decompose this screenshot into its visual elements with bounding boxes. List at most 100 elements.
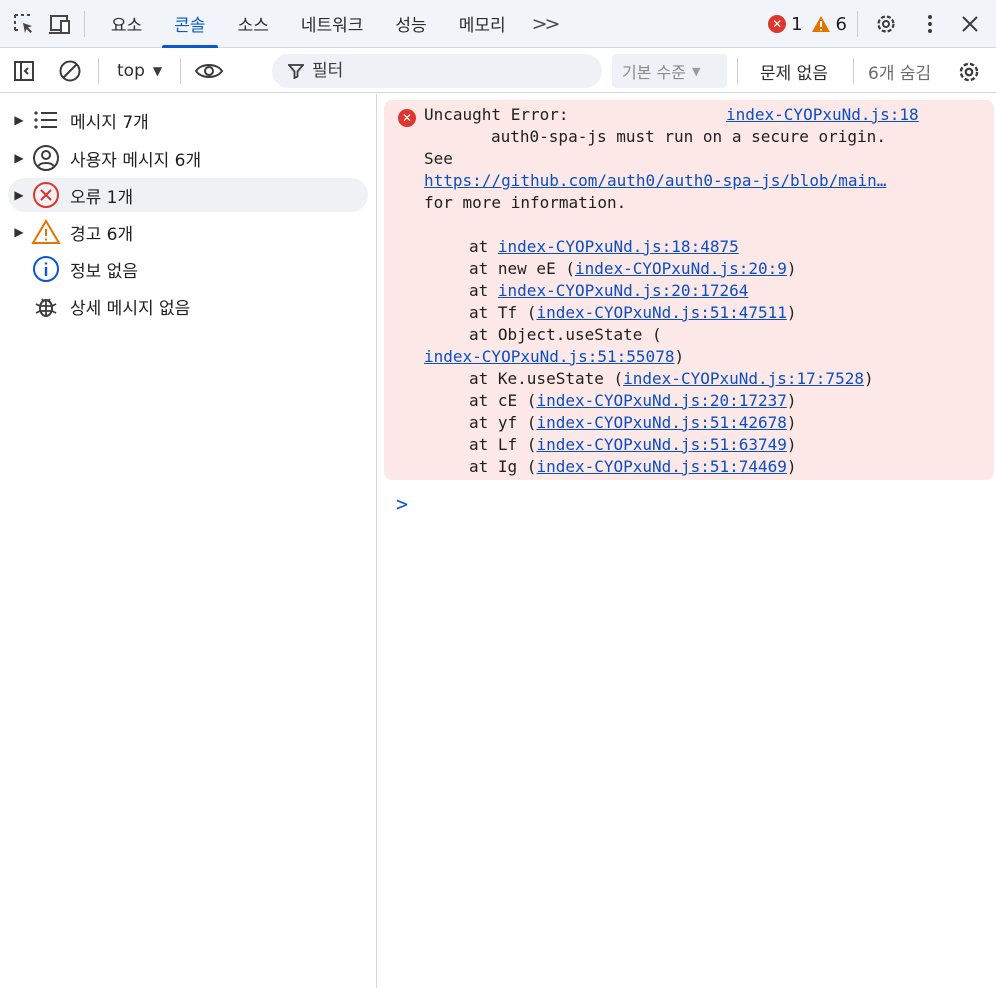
- stack-frame: at index-CYOPxuNd.js:18:4875: [469, 236, 739, 258]
- sidebar-item-label: 경고 6개: [70, 224, 134, 245]
- toolbar-divider: [857, 11, 858, 37]
- stack-frame-prefix: at yf: [469, 413, 527, 432]
- toolbar-divider: [853, 58, 854, 84]
- error-doc-link[interactable]: https://github.com/auth0/auth0-spa-js/bl…: [424, 170, 886, 192]
- log-level-value: 기본 수준: [622, 63, 686, 82]
- error-circle-icon: ✕: [398, 109, 416, 127]
- stack-frame: at Object.useState (: [469, 324, 662, 346]
- bug-icon: [30, 290, 62, 322]
- tab-memory[interactable]: 메모리: [443, 0, 522, 48]
- stack-frame-prefix: at Lf: [469, 435, 527, 454]
- stack-frame: at yf (index-CYOPxuNd.js:51:42678): [469, 413, 797, 432]
- stack-frame: at Tf (index-CYOPxuNd.js:51:47511): [469, 303, 797, 322]
- context-selector[interactable]: top ▼: [109, 61, 170, 81]
- tab-network[interactable]: 네트워크: [285, 0, 380, 48]
- sidebar-item-label: 메시지 7개: [70, 112, 149, 133]
- tab-console[interactable]: 콘솔: [158, 0, 221, 48]
- expand-triangle-icon[interactable]: ▶: [8, 151, 30, 165]
- console-sidebar: ▶ 메시지 7개 ▶ 사용자 메시지 6개 ▶ 오류 1개 ▶ 경고 6개 ▶ …: [0, 94, 377, 988]
- more-vert-icon[interactable]: [912, 0, 948, 48]
- stack-frame-link[interactable]: index-CYOPxuNd.js:18:4875: [498, 237, 739, 256]
- live-expression-eye-icon[interactable]: [191, 47, 227, 95]
- error-source-link[interactable]: index-CYOPxuNd.js:18: [726, 104, 919, 126]
- filter-funnel-icon: [288, 64, 304, 79]
- tab-performance[interactable]: 성능: [379, 0, 442, 48]
- warning-count[interactable]: 6: [836, 14, 847, 35]
- toolbar-divider: [98, 57, 99, 84]
- console-messages: ✕ Uncaught Error: index-CYOPxuNd.js:18 a…: [378, 94, 996, 988]
- hidden-count: 6개 숨김: [868, 64, 932, 84]
- stack-frame-link[interactable]: index-CYOPxuNd.js:51:47511: [536, 303, 786, 322]
- console-toolbar: top ▼ 기본 수준 ▼ 문제 없음 6개 숨김: [0, 49, 996, 93]
- expand-triangle-icon[interactable]: ▶: [8, 188, 30, 202]
- stack-frame: at index-CYOPxuNd.js:20:17264: [469, 280, 748, 302]
- error-title: Uncaught Error:: [424, 105, 569, 124]
- stack-frame: at new eE (index-CYOPxuNd.js:20:9): [469, 259, 797, 278]
- toolbar-divider: [737, 58, 738, 84]
- expand-triangle-icon[interactable]: ▶: [8, 225, 30, 239]
- context-value: top: [117, 60, 145, 81]
- sidebar-item-errors[interactable]: ▶ 오류 1개: [8, 178, 368, 212]
- clear-console-icon[interactable]: [52, 47, 88, 95]
- tab-elements[interactable]: 요소: [95, 0, 158, 48]
- stack-frame-prefix: at Ig: [469, 457, 527, 476]
- stack-frame-link[interactable]: index-CYOPxuNd.js:20:17237: [536, 391, 786, 410]
- stack-frame: at Ig (index-CYOPxuNd.js:51:74469): [469, 457, 797, 476]
- dropdown-arrow-icon: ▼: [152, 63, 163, 78]
- list-icon: [30, 104, 62, 136]
- console-prompt-chevron-icon[interactable]: >: [396, 492, 408, 516]
- sidebar-item-verbose[interactable]: ▶ 상세 메시지 없음: [8, 289, 368, 323]
- tabbar-right-controls: ✕ 1 6: [768, 0, 996, 48]
- device-toolbar-icon[interactable]: [42, 0, 78, 48]
- stack-frame-prefix: at Object.useState (: [469, 325, 662, 344]
- stack-frame: at cE (index-CYOPxuNd.js:20:17237): [469, 391, 797, 410]
- stack-frame-prefix: at Ke.useState: [469, 369, 614, 388]
- sidebar-item-label: 사용자 메시지 6개: [70, 150, 202, 171]
- error-message-text: auth0-spa-js must run on a secure origin…: [491, 127, 886, 146]
- tab-sources[interactable]: 소스: [222, 0, 285, 48]
- warning-count-icon[interactable]: [811, 15, 831, 33]
- close-icon[interactable]: [952, 0, 988, 48]
- error-for-more-text: for more information.: [424, 193, 627, 212]
- stack-frame-prefix: at new eE: [469, 259, 566, 278]
- stack-frame-link[interactable]: index-CYOPxuNd.js:51:74469: [536, 457, 786, 476]
- filter-input[interactable]: [312, 61, 572, 81]
- sidebar-item-warnings[interactable]: ▶ 경고 6개: [8, 215, 368, 249]
- error-icon: [30, 179, 62, 211]
- stack-frame-prefix: at: [469, 281, 498, 300]
- info-icon: [30, 253, 62, 285]
- error-count-icon[interactable]: ✕: [768, 15, 787, 33]
- stack-frame-link[interactable]: index-CYOPxuNd.js:51:55078: [424, 347, 674, 366]
- filter-input-container[interactable]: [272, 54, 602, 88]
- inspect-element-icon[interactable]: [6, 0, 42, 48]
- more-tabs-chevron-icon[interactable]: >>: [522, 0, 568, 48]
- sidebar-item-user-messages[interactable]: ▶ 사용자 메시지 6개: [8, 141, 368, 175]
- warning-icon: [30, 216, 62, 248]
- devtools-tab-bar: 요소 콘솔 소스 네트워크 성능 메모리 >> ✕ 1 6: [0, 0, 996, 48]
- settings-gear-icon[interactable]: [868, 0, 904, 48]
- stack-frame-prefix: at: [469, 237, 498, 256]
- stack-frame-prefix: at cE: [469, 391, 527, 410]
- stack-frame: at Lf (index-CYOPxuNd.js:51:63749): [469, 435, 797, 454]
- dropdown-arrow-icon: ▼: [691, 64, 701, 78]
- stack-frame-link[interactable]: index-CYOPxuNd.js:51:63749: [536, 435, 786, 454]
- sidebar-item-info[interactable]: ▶ 정보 없음: [8, 252, 368, 286]
- stack-frame-link[interactable]: index-CYOPxuNd.js:20:17264: [498, 281, 748, 300]
- toolbar-divider: [180, 57, 182, 84]
- expand-triangle-icon[interactable]: ▶: [8, 113, 30, 127]
- stack-frame-prefix: at Tf: [469, 303, 527, 322]
- log-level-dropdown[interactable]: 기본 수준 ▼: [612, 54, 727, 88]
- stack-frame: at Ke.useState (index-CYOPxuNd.js:17:752…: [469, 369, 874, 388]
- stack-frame-link[interactable]: index-CYOPxuNd.js:51:42678: [536, 413, 786, 432]
- sidebar-item-label: 오류 1개: [70, 187, 134, 208]
- error-message[interactable]: ✕ Uncaught Error: index-CYOPxuNd.js:18 a…: [384, 100, 994, 480]
- console-settings-gear-icon[interactable]: [956, 59, 982, 89]
- issues-link[interactable]: 문제 없음: [760, 59, 828, 84]
- sidebar-toggle-icon[interactable]: [6, 47, 42, 95]
- stack-frame-link[interactable]: index-CYOPxuNd.js:17:7528: [623, 369, 864, 388]
- stack-frame-link[interactable]: index-CYOPxuNd.js:20:9: [575, 259, 787, 278]
- error-count[interactable]: 1: [791, 14, 802, 35]
- error-see-text: See: [424, 149, 453, 168]
- sidebar-item-label: 정보 없음: [70, 261, 138, 282]
- sidebar-item-messages[interactable]: ▶ 메시지 7개: [8, 103, 368, 137]
